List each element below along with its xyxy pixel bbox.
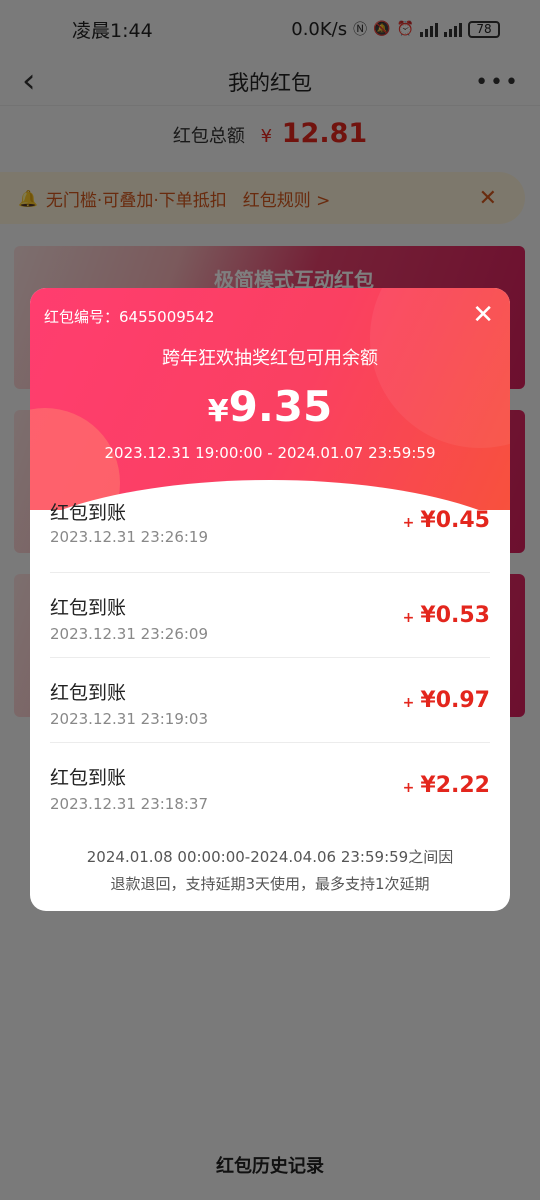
record-amount-value: ¥0.45 (420, 508, 490, 533)
red-packet-detail-modal: 红包编号：6455009542 ✕ 跨年狂欢抽奖红包可用余额 ¥9.35 202… (30, 288, 510, 911)
list-item: 红包到账 2023.12.31 23:26:09 + ¥0.53 (50, 573, 490, 658)
record-sign: + (402, 695, 415, 711)
modal-amount-value: 9.35 (228, 382, 333, 431)
close-icon[interactable]: ✕ (472, 302, 494, 328)
record-amount: + ¥0.97 (403, 688, 490, 713)
modal-header: 红包编号：6455009542 ✕ 跨年狂欢抽奖红包可用余额 ¥9.35 202… (30, 288, 510, 510)
record-amount: + ¥2.22 (403, 773, 490, 798)
footnote-line: 2024.01.08 00:00:00-2024.04.06 23:59:59之… (86, 848, 454, 866)
record-time: 2023.12.31 23:18:37 (50, 795, 209, 813)
record-time: 2023.12.31 23:26:19 (50, 528, 209, 546)
record-time: 2023.12.31 23:26:09 (50, 625, 209, 643)
footnote-line: 退款退回，支持延期3天使用，最多支持1次延期 (110, 875, 430, 893)
record-sign: + (402, 515, 415, 531)
record-label: 红包到账 (50, 767, 127, 789)
record-amount: + ¥0.45 (403, 508, 490, 533)
list-item: 红包到账 2023.12.31 23:19:03 + ¥0.97 (50, 658, 490, 743)
record-label: 红包到账 (50, 597, 127, 619)
modal-title: 跨年狂欢抽奖红包可用余额 (162, 348, 378, 369)
record-sign: + (402, 780, 415, 796)
history-link[interactable]: 红包历史记录 (0, 1152, 540, 1178)
record-label: 红包到账 (50, 502, 127, 524)
record-label: 红包到账 (50, 682, 127, 704)
record-list: 红包到账 2023.12.31 23:26:19 + ¥0.45 红包到账 202… (50, 488, 490, 828)
record-amount-value: ¥0.97 (420, 688, 490, 713)
list-item: 红包到账 2023.12.31 23:18:37 + ¥2.22 (50, 743, 490, 828)
record-sign: + (402, 610, 415, 626)
packet-code: 红包编号：6455009542 (44, 308, 215, 326)
extension-footnote: 2024.01.08 00:00:00-2024.04.06 23:59:59之… (30, 844, 510, 898)
modal-currency: ¥ (207, 394, 229, 429)
record-amount-value: ¥2.22 (420, 773, 490, 798)
valid-range: 2023.12.31 19:00:00 - 2024.01.07 23:59:5… (104, 444, 436, 462)
modal-amount: ¥9.35 (30, 382, 510, 431)
record-amount-value: ¥0.53 (420, 603, 490, 628)
record-time: 2023.12.31 23:19:03 (50, 710, 209, 728)
record-amount: + ¥0.53 (403, 603, 490, 628)
list-item: 红包到账 2023.12.31 23:26:19 + ¥0.45 (50, 488, 490, 573)
